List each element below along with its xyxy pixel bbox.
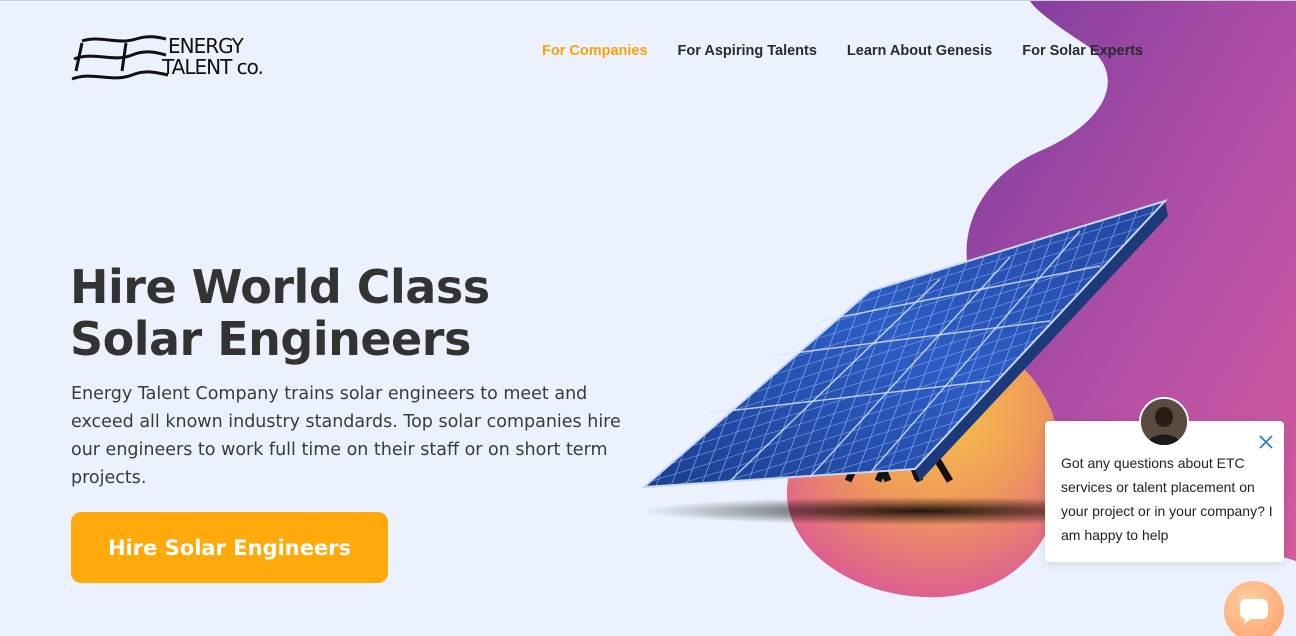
hero-title-line-1: Hire World Class [70, 260, 490, 314]
agent-avatar [1139, 397, 1189, 447]
person-avatar-icon [1141, 399, 1187, 445]
hire-solar-engineers-button[interactable]: Hire Solar Engineers [71, 512, 388, 583]
chat-message: Got any questions about ETC services or … [1061, 455, 1273, 543]
logo-wordmark: ENERGY TALENT co. [162, 34, 264, 78]
logo-line-1: ENERGY [168, 34, 244, 58]
nav-item-for-companies[interactable]: For Companies [542, 41, 648, 61]
close-icon[interactable] [1257, 433, 1275, 451]
chat-launcher-button[interactable] [1224, 581, 1284, 636]
nav-item-for-aspiring-talents[interactable]: For Aspiring Talents [678, 41, 817, 61]
logo-line-2: TALENT co. [162, 55, 264, 79]
chat-bubble-icon [1240, 599, 1268, 624]
hero-title: Hire World Class Solar Engineers [70, 261, 630, 365]
hero-description: Energy Talent Company trains solar engin… [71, 384, 621, 488]
nav-item-for-solar-experts[interactable]: For Solar Experts [1022, 41, 1143, 61]
landing-page: ENERGY TALENT co. For Companies For Aspi… [0, 0, 1296, 636]
wave-logo-icon [71, 35, 169, 81]
main-navigation: For Companies For Aspiring Talents Learn… [542, 41, 1143, 61]
brand-logo[interactable]: ENERGY TALENT co. [70, 31, 275, 89]
nav-item-learn-about-genesis[interactable]: Learn About Genesis [847, 41, 992, 61]
hero-title-line-2: Solar Engineers [70, 312, 471, 366]
